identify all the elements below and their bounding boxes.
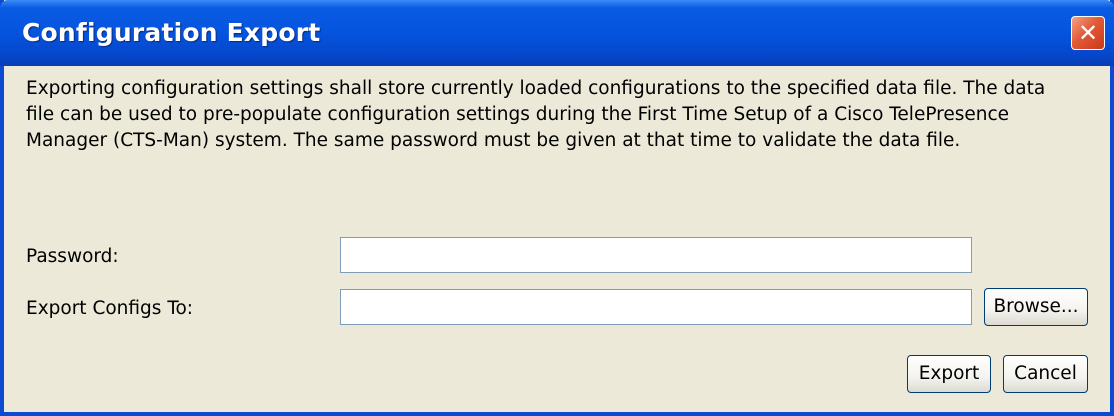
close-button[interactable]: ✕: [1071, 16, 1105, 50]
browse-button[interactable]: Browse...: [984, 288, 1088, 326]
export-configs-to-label: Export Configs To:: [26, 298, 194, 319]
dialog-content: Exporting configuration settings shall s…: [4, 66, 1110, 412]
title-bar[interactable]: Configuration Export ✕: [0, 0, 1114, 66]
dialog-title: Configuration Export: [22, 18, 321, 47]
cancel-button[interactable]: Cancel: [1003, 355, 1088, 393]
configuration-export-dialog: Configuration Export ✕ Exporting configu…: [0, 0, 1114, 416]
password-field[interactable]: [340, 237, 972, 273]
export-path-field[interactable]: [340, 289, 972, 325]
password-label: Password:: [26, 246, 119, 267]
description-text: Exporting configuration settings shall s…: [26, 78, 1046, 151]
export-button[interactable]: Export: [907, 355, 991, 393]
close-icon: ✕: [1077, 19, 1099, 47]
